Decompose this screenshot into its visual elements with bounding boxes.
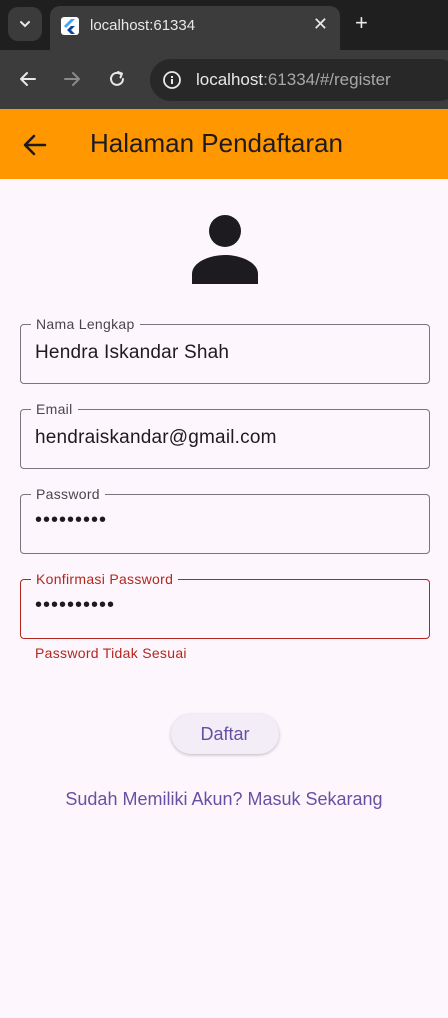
email-field[interactable]: Email hendraiskandar@gmail.com bbox=[20, 401, 430, 469]
confirm-password-label: Konfirmasi Password bbox=[31, 571, 179, 587]
page-title: Halaman Pendaftaran bbox=[90, 128, 343, 158]
back-button[interactable] bbox=[20, 130, 50, 160]
browser-tabstrip: localhost:61334 ✕ + bbox=[0, 0, 448, 50]
browser-toolbar: localhost:61334/#/register bbox=[0, 50, 448, 109]
full-name-value: Hendra Iskandar Shah bbox=[35, 342, 230, 363]
password-label: Password bbox=[31, 486, 105, 502]
flutter-favicon-icon bbox=[61, 17, 79, 35]
full-name-label: Nama Lengkap bbox=[31, 316, 140, 332]
full-name-field[interactable]: Nama Lengkap Hendra Iskandar Shah bbox=[20, 316, 430, 384]
confirm-password-value: •••••••••• bbox=[35, 594, 116, 616]
chevron-down-icon bbox=[20, 21, 30, 28]
close-tab-icon[interactable]: ✕ bbox=[313, 14, 328, 35]
tab-search-button[interactable] bbox=[8, 7, 42, 41]
register-button[interactable]: Daftar bbox=[171, 714, 279, 754]
address-bar[interactable]: localhost:61334/#/register bbox=[150, 59, 448, 101]
password-value: ••••••••• bbox=[35, 509, 108, 531]
person-icon bbox=[190, 212, 260, 286]
confirm-password-field[interactable]: Konfirmasi Password •••••••••• bbox=[20, 571, 430, 639]
email-label: Email bbox=[31, 401, 78, 417]
app-bar: Halaman Pendaftaran bbox=[0, 109, 448, 179]
new-tab-icon[interactable]: + bbox=[355, 11, 368, 35]
password-field[interactable]: Password ••••••••• bbox=[20, 486, 430, 554]
confirm-password-error: Password Tidak Sesuai bbox=[35, 645, 187, 661]
arrow-back-icon bbox=[23, 134, 47, 156]
tab-title: localhost:61334 bbox=[90, 17, 196, 34]
back-nav-icon[interactable] bbox=[15, 66, 41, 92]
email-value: hendraiskandar@gmail.com bbox=[35, 427, 277, 448]
forward-nav-icon[interactable] bbox=[59, 66, 85, 92]
browser-tab[interactable]: localhost:61334 ✕ bbox=[50, 6, 340, 50]
login-link[interactable]: Sudah Memiliki Akun? Masuk Sekarang bbox=[0, 789, 448, 810]
url-text: localhost:61334/#/register bbox=[196, 70, 391, 89]
site-info-icon[interactable] bbox=[160, 68, 184, 92]
reload-icon[interactable] bbox=[104, 66, 130, 92]
